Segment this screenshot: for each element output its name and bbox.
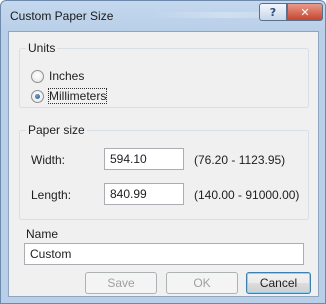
window-title: Custom Paper Size [10,9,114,23]
name-group: Name [19,227,309,266]
units-group: Units Inches Millimeters [19,41,309,108]
name-input[interactable] [24,243,304,265]
save-button[interactable]: Save [85,272,157,294]
help-button[interactable]: ? [259,3,287,21]
length-label: Length: [31,188,72,202]
width-range: (76.20 - 1123.95) [194,153,286,167]
title-bar[interactable]: Custom Paper Size ? ✕ [1,1,325,31]
paper-size-group: Paper size Width: (76.20 - 1123.95) Leng… [19,123,309,220]
close-button[interactable]: ✕ [287,3,323,21]
width-input[interactable] [104,148,184,170]
cancel-button-label: Cancel [259,276,298,290]
inches-radio-button[interactable] [31,69,44,83]
width-label: Width: [31,153,66,167]
ok-button-label: OK [193,276,211,290]
custom-paper-size-dialog: Custom Paper Size ? ✕ Units Inches Milli… [0,0,326,304]
close-icon: ✕ [300,5,310,19]
inches-radio[interactable]: Inches [31,69,84,83]
save-button-label: Save [107,276,135,290]
paper-size-legend: Paper size [26,123,87,137]
millimeters-label: Millimeters [47,88,108,104]
dialog-body: Units Inches Millimeters Paper size Widt… [8,31,319,297]
ok-button[interactable]: OK [166,272,238,294]
millimeters-radio[interactable]: Millimeters [31,88,108,104]
millimeters-radio-button[interactable] [31,89,44,103]
length-range: (140.00 - 91000.00) [194,188,300,202]
inches-label: Inches [49,69,85,83]
name-legend: Name [26,227,59,241]
help-icon: ? [269,5,277,19]
units-legend: Units [26,41,58,55]
length-input[interactable] [104,183,184,205]
cancel-button[interactable]: Cancel [246,272,311,294]
